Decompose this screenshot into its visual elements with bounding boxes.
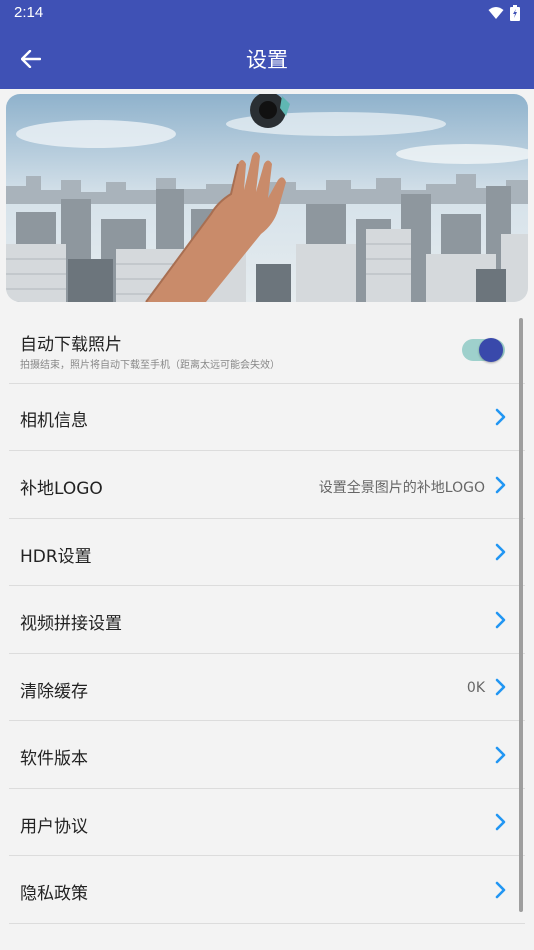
app-bar: 设置 <box>0 27 534 89</box>
logo-value: 设置全景图片的补地LOGO <box>318 480 485 496</box>
settings-list: 自动下载照片 拍摄结束，照片将自动下载至手机（距离太远可能会失效） 相机信息 补… <box>9 317 525 924</box>
auto-download-subtitle: 拍摄结束，照片将自动下载至手机（距离太远可能会失效） <box>20 360 280 371</box>
setting-auto-download: 自动下载照片 拍摄结束，照片将自动下载至手机（距离太远可能会失效） <box>9 317 525 384</box>
camera-info-label: 相机信息 <box>20 411 88 431</box>
video-stitch-label: 视频拼接设置 <box>20 614 122 634</box>
auto-download-toggle[interactable] <box>462 337 505 362</box>
chevron-right-icon <box>495 746 506 764</box>
chevron-right-icon <box>495 476 506 494</box>
battery-charging-icon <box>510 5 520 21</box>
setting-privacy-policy[interactable]: 隐私政策 <box>9 856 525 924</box>
hdr-label: HDR设置 <box>20 547 92 567</box>
chevron-right-icon <box>495 611 506 629</box>
privacy-policy-label: 隐私政策 <box>20 884 88 904</box>
status-bar: 2:14 <box>0 0 534 27</box>
setting-user-agreement[interactable]: 用户协议 <box>9 789 525 856</box>
version-label: 软件版本 <box>20 749 88 769</box>
chevron-right-icon <box>495 678 506 696</box>
status-icons <box>488 5 520 21</box>
chevron-right-icon <box>495 881 506 899</box>
setting-logo[interactable]: 补地LOGO 设置全景图片的补地LOGO <box>9 451 525 519</box>
chevron-right-icon <box>495 408 506 426</box>
toggle-thumb <box>479 338 503 362</box>
logo-label: 补地LOGO <box>20 479 103 499</box>
wifi-icon <box>488 7 504 19</box>
setting-hdr[interactable]: HDR设置 <box>9 519 525 586</box>
clear-cache-label: 清除缓存 <box>20 682 88 702</box>
setting-video-stitch[interactable]: 视频拼接设置 <box>9 586 525 654</box>
auto-download-label: 自动下载照片 <box>20 335 122 355</box>
scrollbar[interactable] <box>519 318 523 912</box>
setting-version[interactable]: 软件版本 <box>9 721 525 789</box>
setting-clear-cache[interactable]: 清除缓存 0K <box>9 654 525 721</box>
page-title: 设置 <box>246 48 288 72</box>
setting-camera-info[interactable]: 相机信息 <box>9 384 525 451</box>
user-agreement-label: 用户协议 <box>20 817 88 837</box>
chevron-right-icon <box>495 813 506 831</box>
chevron-right-icon <box>495 543 506 561</box>
cache-size-value: 0K <box>466 680 485 696</box>
banner-image <box>6 94 528 302</box>
status-time: 2:14 <box>14 4 44 21</box>
